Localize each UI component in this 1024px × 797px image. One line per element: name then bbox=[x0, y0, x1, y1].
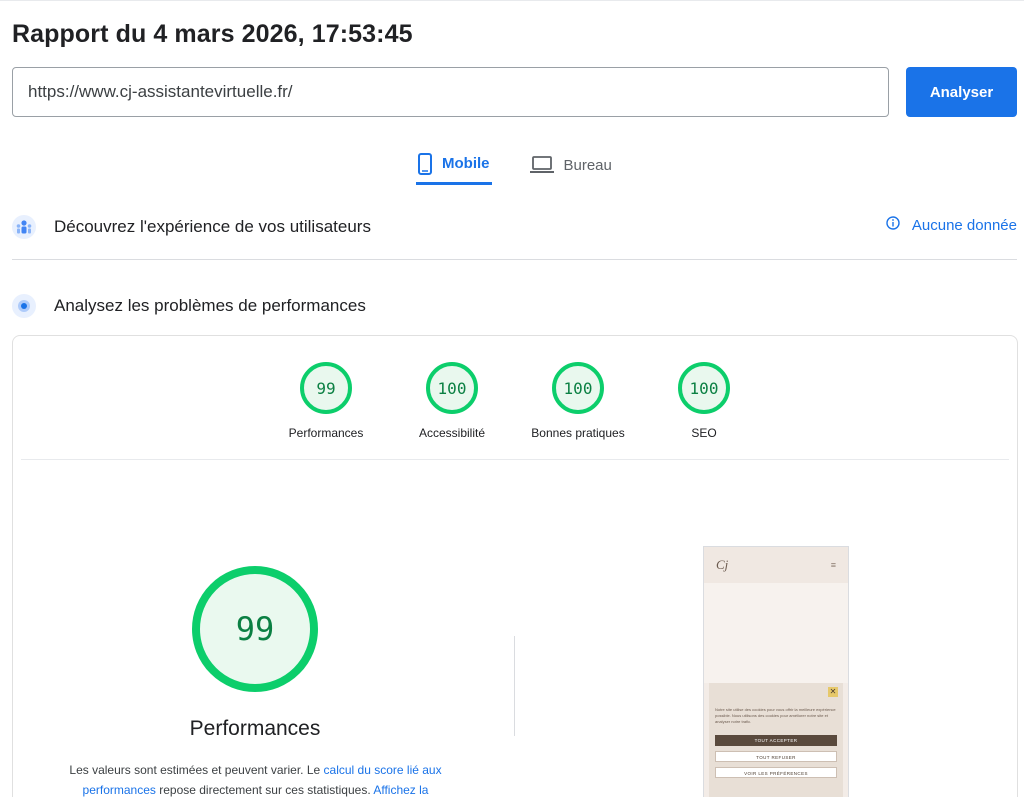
users-icon bbox=[12, 215, 36, 239]
preview-prefs-button: VOIR LES PRÉFÉRENCES bbox=[715, 767, 837, 778]
tab-desktop-label: Bureau bbox=[563, 156, 612, 174]
score-accessibility-label: Accessibilité bbox=[418, 426, 486, 440]
hamburger-icon: ≡ bbox=[830, 560, 836, 570]
tab-mobile[interactable]: Mobile bbox=[416, 145, 492, 185]
user-experience-title: Découvrez l'expérience de vos utilisateu… bbox=[54, 217, 371, 236]
performance-section-title: Analysez les problèmes de performances bbox=[54, 296, 366, 315]
cookie-banner-preview: ✕ Notre site utilise des cookies pour vo… bbox=[709, 683, 843, 797]
analyze-button[interactable]: Analyser bbox=[906, 67, 1017, 117]
vertical-separator bbox=[514, 636, 515, 736]
smartphone-icon bbox=[418, 152, 432, 175]
laptop-icon bbox=[529, 156, 554, 174]
preview-logo: Cj bbox=[716, 557, 729, 572]
no-data-link[interactable]: Aucune donnée bbox=[886, 216, 1017, 234]
preview-accept-button: TOUT ACCEPTER bbox=[715, 735, 837, 746]
score-best-practices-gauge: 100 bbox=[552, 362, 604, 414]
info-icon bbox=[886, 216, 900, 234]
score-seo[interactable]: 100 SEO bbox=[639, 362, 769, 440]
close-icon: ✕ bbox=[828, 687, 838, 697]
main-performance-label: Performances bbox=[189, 717, 321, 740]
tab-mobile-label: Mobile bbox=[442, 155, 490, 172]
user-experience-section: Découvrez l'expérience de vos utilisateu… bbox=[12, 212, 1017, 242]
url-input[interactable] bbox=[12, 67, 889, 117]
preview-header: Cj ≡ bbox=[704, 547, 848, 583]
performance-section: Analysez les problèmes de performances bbox=[12, 291, 1017, 321]
card-divider bbox=[21, 459, 1009, 460]
view-calculator-link[interactable]: Affichez la bbox=[373, 783, 428, 797]
score-seo-gauge: 100 bbox=[678, 362, 730, 414]
score-performance[interactable]: 99 Performances bbox=[261, 362, 391, 440]
section-divider bbox=[12, 259, 1017, 260]
page-screenshot-preview: Cj ≡ ✕ Notre site utilise des cookies po… bbox=[703, 546, 849, 797]
score-accessibility[interactable]: 100 Accessibilité bbox=[387, 362, 517, 440]
device-tabs: Mobile Bureau bbox=[416, 145, 614, 187]
score-accessibility-gauge: 100 bbox=[426, 362, 478, 414]
score-performance-label: Performances bbox=[288, 426, 364, 440]
preview-body bbox=[704, 583, 848, 683]
report-card: 99 Performances 100 Accessibilité 100 Bo… bbox=[12, 335, 1018, 797]
lighthouse-icon bbox=[12, 294, 36, 318]
top-border bbox=[0, 0, 1024, 1]
score-description: Les valeurs sont estimées et peuvent var… bbox=[69, 763, 442, 797]
report-title: Rapport du 4 mars 2026, 17:53:45 bbox=[12, 20, 413, 48]
tab-desktop[interactable]: Bureau bbox=[528, 145, 614, 185]
main-performance-gauge: 99 bbox=[192, 566, 318, 692]
score-performance-gauge: 99 bbox=[300, 362, 352, 414]
score-best-practices[interactable]: 100 Bonnes pratiques bbox=[513, 362, 643, 440]
cookie-text: Notre site utilise des cookies pour vous… bbox=[715, 707, 836, 724]
preview-refuse-button: TOUT REFUSER bbox=[715, 751, 837, 762]
no-data-label: Aucune donnée bbox=[911, 216, 1017, 234]
score-best-practices-label: Bonnes pratiques bbox=[531, 426, 625, 440]
score-seo-label: SEO bbox=[691, 426, 717, 440]
